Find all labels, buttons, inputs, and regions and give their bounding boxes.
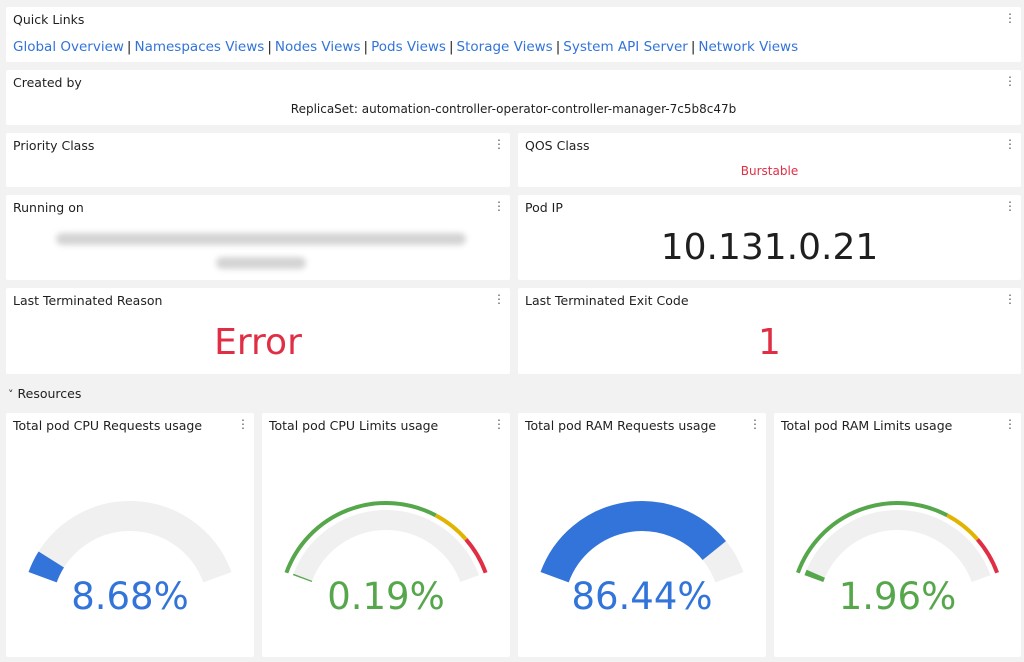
link-separator: | [126, 39, 132, 55]
gauge-track [28, 501, 232, 583]
link-nodes-views[interactable]: Nodes Views [275, 39, 361, 55]
last-terminated-reason-panel: Last Terminated Reason ⋮ Error [6, 288, 510, 374]
link-network-views[interactable]: Network Views [698, 39, 798, 55]
link-separator: | [267, 39, 272, 55]
resources-row-header[interactable]: ˅ Resources [8, 386, 81, 401]
panel-title: QOS Class [525, 138, 590, 153]
gauge-panel-ram-limits: Total pod RAM Limits usage ⋮ 1.96% [774, 413, 1021, 657]
quick-links-panel: Quick Links ⋮ Global Overview | Namespaces… [6, 7, 1021, 62]
qos-class-value: Burstable [740, 164, 799, 178]
panel-title: Last Terminated Reason [13, 293, 163, 308]
pod-ip-panel: Pod IP ⋮ 10.131.0.21 [518, 195, 1021, 280]
panel-title: Last Terminated Exit Code [525, 293, 689, 308]
gauge-arcs [284, 501, 488, 583]
gauge-value-label: 8.68% [71, 575, 189, 618]
gauge-value-arc [804, 569, 825, 583]
gauge-value-arc [28, 551, 65, 583]
gauge-value-arc [540, 501, 726, 583]
running-on-panel: Running on ⋮ [6, 195, 510, 280]
link-separator: | [448, 39, 454, 55]
chevron-down-icon: ˅ [8, 388, 14, 401]
link-separator: | [690, 39, 696, 55]
panel-title: Pod IP [525, 200, 563, 215]
link-separator: | [363, 39, 369, 55]
gauge-track [292, 510, 480, 583]
priority-class-panel: Priority Class ⋮ [6, 133, 510, 187]
created-by-panel: Created by ⋮ ReplicaSet: automation-cont… [6, 70, 1021, 125]
link-namespaces-views[interactable]: Namespaces Views [134, 39, 264, 55]
gauge-track [804, 510, 991, 583]
qos-class-panel: QOS Class ⋮ Burstable [518, 133, 1021, 187]
panel-menu-icon[interactable]: ⋮ [493, 292, 505, 306]
gauge-panel-cpu-requests: Total pod CPU Requests usage ⋮ 8.68% [6, 413, 254, 657]
link-storage-views[interactable]: Storage Views [457, 39, 553, 55]
quick-links-list: Global Overview | Namespaces Views | Nodes V… [13, 39, 798, 55]
gauge-arcs [540, 501, 744, 583]
link-system-api-server[interactable]: System API Server [563, 39, 688, 55]
link-global-overview[interactable]: Global Overview [13, 39, 124, 55]
redacted-node-name [56, 233, 466, 245]
panel-menu-icon[interactable]: ⋮ [493, 199, 505, 213]
panel-menu-icon[interactable]: ⋮ [1004, 11, 1016, 25]
gauge-panel-ram-requests: Total pod RAM Requests usage ⋮ 86.44% [518, 413, 766, 657]
last-terminated-reason-value: Error [214, 322, 302, 363]
panel-menu-icon[interactable]: ⋮ [493, 137, 505, 151]
gauge-chart: 8.68% [28, 501, 232, 618]
panel-title: Created by [13, 75, 82, 90]
link-pods-views[interactable]: Pods Views [371, 39, 446, 55]
gauge-chart: 86.44% [540, 501, 744, 618]
pod-ip-value: 10.131.0.21 [660, 227, 879, 268]
created-by-value: ReplicaSet: automation-controller-operat… [290, 102, 737, 116]
gauge-arcs [796, 501, 999, 583]
panel-menu-icon[interactable]: ⋮ [1004, 137, 1016, 151]
gauge-value-label: 0.19% [327, 575, 445, 618]
panel-title: Priority Class [13, 138, 95, 153]
gauge-value-label: 86.44% [571, 575, 712, 618]
gauge-chart: 1.96% [796, 501, 999, 618]
link-separator: | [555, 39, 561, 55]
panel-title: Running on [13, 200, 84, 215]
gauge-value-label: 1.96% [839, 575, 957, 618]
gauge-panel-cpu-limits: Total pod CPU Limits usage ⋮ 0.19% [262, 413, 510, 657]
panel-title: Quick Links [13, 12, 85, 27]
panel-menu-icon[interactable]: ⋮ [1004, 292, 1016, 306]
last-terminated-exit-code-panel: Last Terminated Exit Code ⋮ 1 [518, 288, 1021, 374]
panel-menu-icon[interactable]: ⋮ [1004, 199, 1016, 213]
last-terminated-exit-code-value: 1 [758, 322, 781, 363]
redacted-node-name [216, 257, 306, 269]
row-title-label: Resources [17, 386, 82, 401]
gauge-arcs [28, 501, 232, 583]
gauge-chart: 0.19% [284, 501, 488, 618]
panel-menu-icon[interactable]: ⋮ [1004, 74, 1016, 88]
